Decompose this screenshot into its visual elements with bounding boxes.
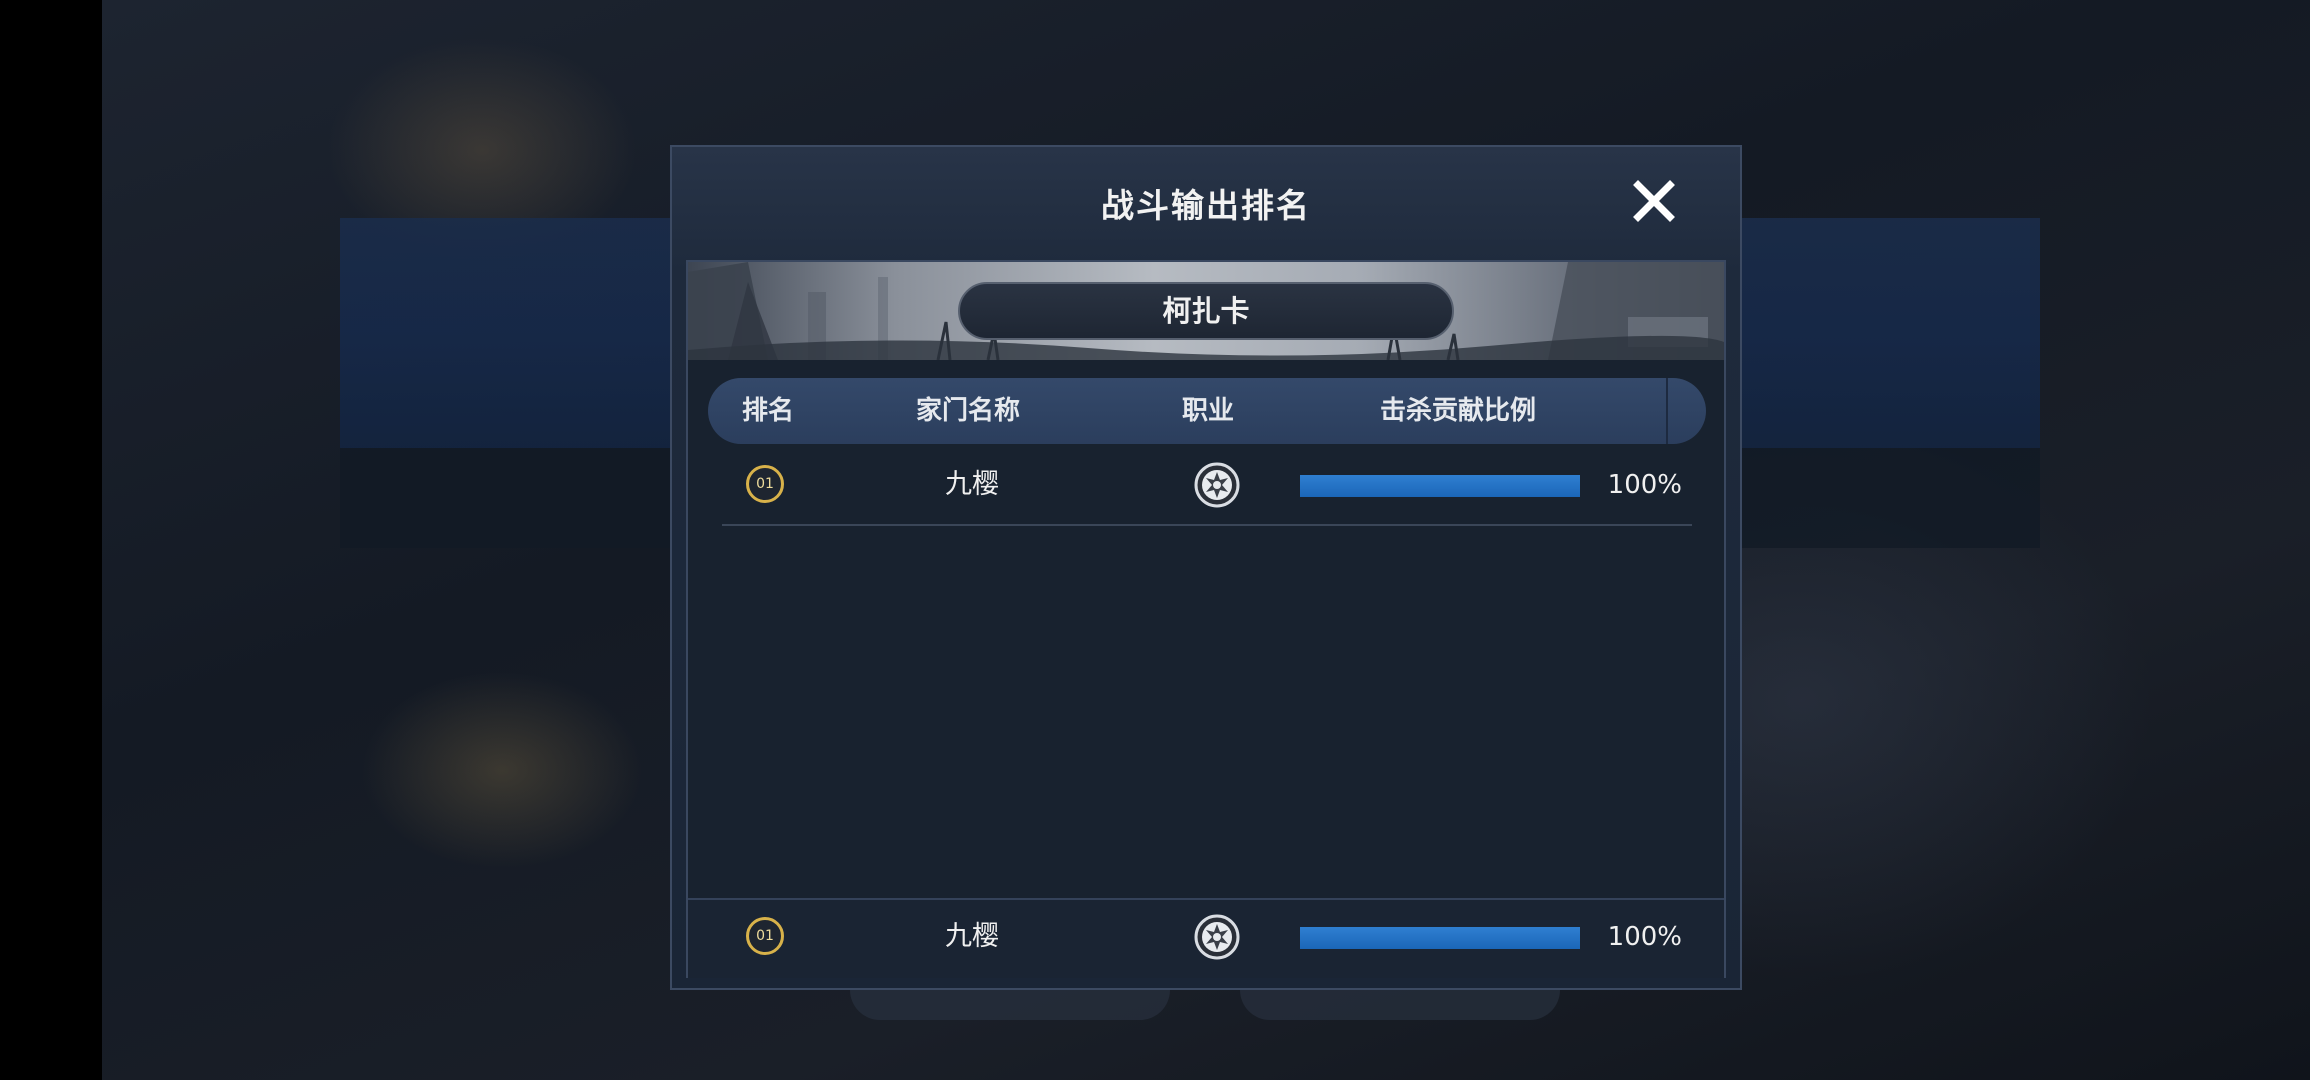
header-kill-contribution: 击杀贡献比例 <box>1379 396 1536 426</box>
contribution-bar-fill <box>1300 927 1580 949</box>
class-emblem-icon <box>1194 462 1240 508</box>
contribution-bar-fill <box>1300 475 1580 497</box>
boss-name: 柯扎卡 <box>958 282 1454 340</box>
damage-ranking-dialog: 战斗输出排名 柯扎卡 排名 家门名称 职业 击杀贡献比例 01 九樱 100% … <box>670 145 1742 990</box>
family-name: 九樱 <box>945 921 999 952</box>
dialog-title: 战斗输出排名 <box>1101 186 1311 225</box>
boss-banner: 柯扎卡 <box>688 262 1724 360</box>
game-screen: 战斗输出排名 柯扎卡 排名 家门名称 职业 击杀贡献比例 01 九樱 100% … <box>0 0 2310 1080</box>
header-family-name: 家门名称 <box>915 396 1020 426</box>
self-row-content[interactable]: 01 九樱 100% <box>722 900 1692 978</box>
close-button[interactable] <box>1628 175 1680 227</box>
row-divider <box>722 524 1692 526</box>
table-header: 排名 家门名称 职业 击杀贡献比例 <box>708 378 1706 444</box>
contribution-bar <box>1300 475 1580 497</box>
header-class: 职业 <box>1181 396 1234 426</box>
class-emblem-icon <box>1194 914 1240 960</box>
contribution-bar <box>1300 927 1580 949</box>
header-divider <box>1666 378 1668 444</box>
self-ranking-row: 01 九樱 100% <box>688 898 1724 978</box>
table-row[interactable]: 01 九樱 100% <box>722 448 1692 526</box>
rank-badge: 01 <box>746 465 784 503</box>
header-rank: 排名 <box>741 396 794 426</box>
family-name: 九樱 <box>945 469 999 500</box>
contribution-percent: 100% <box>1607 922 1682 952</box>
contribution-percent: 100% <box>1607 470 1682 500</box>
ranking-panel: 柯扎卡 排名 家门名称 职业 击杀贡献比例 01 九樱 100% 01 九樱 1… <box>686 260 1726 978</box>
close-icon <box>1633 180 1675 222</box>
rank-badge: 01 <box>746 917 784 955</box>
